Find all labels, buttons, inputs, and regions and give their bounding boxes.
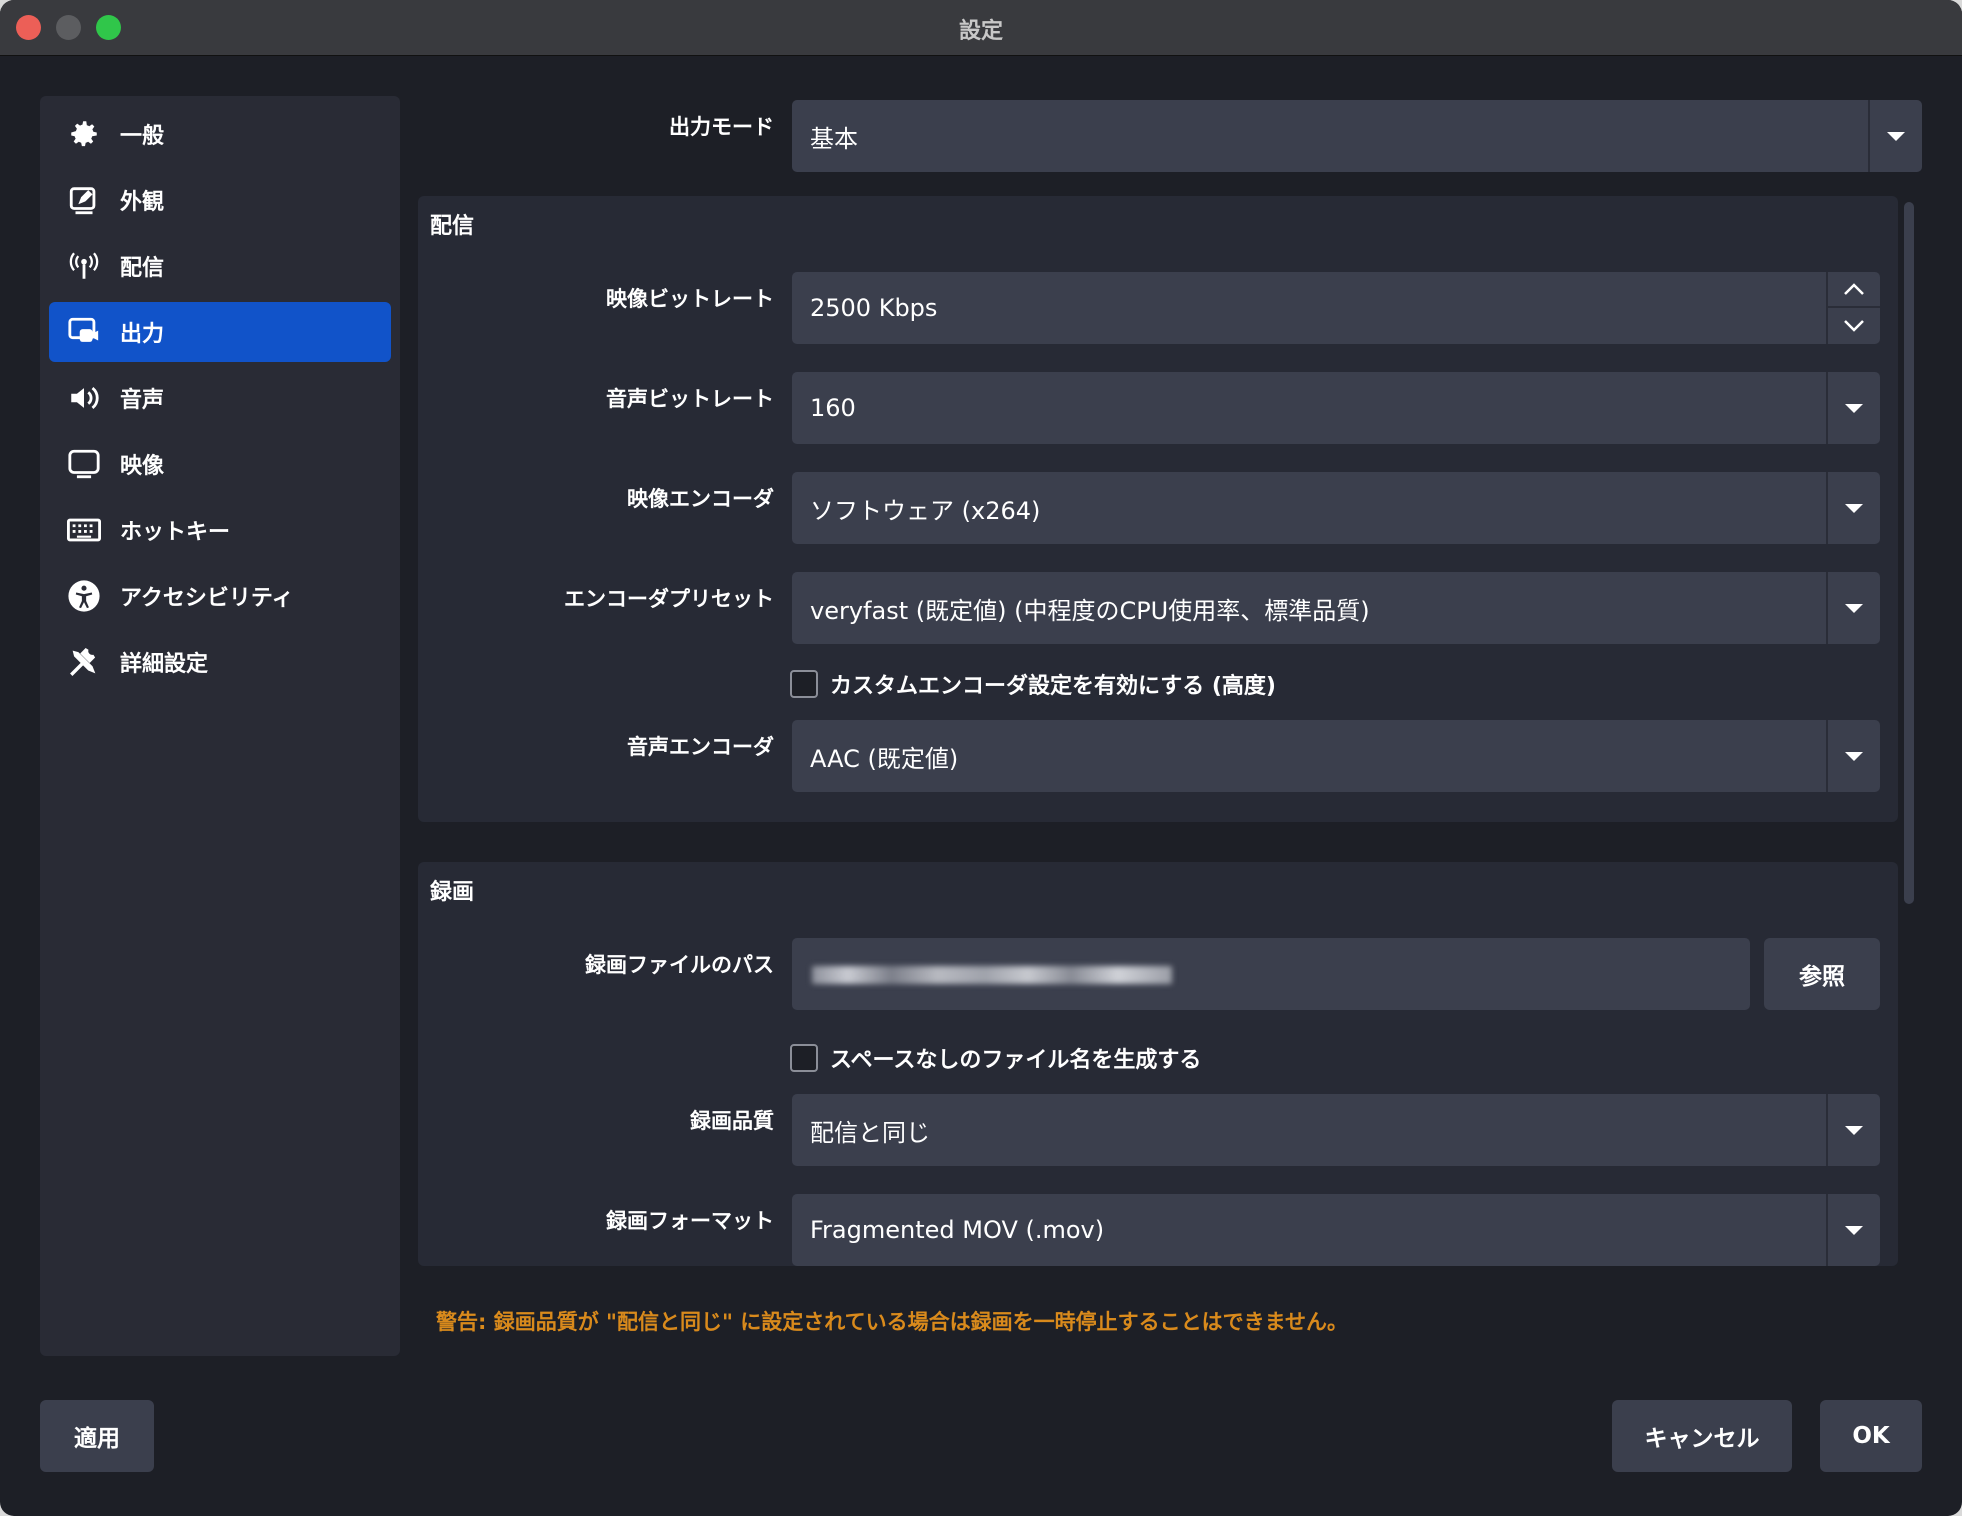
settings-scrollbar-thumb[interactable]: [1904, 202, 1914, 904]
recording-quality-dropdown-button[interactable]: [1826, 1094, 1880, 1166]
audio-bitrate-select[interactable]: 160: [792, 372, 1880, 444]
chevron-up-icon: [1844, 283, 1864, 295]
recording-format-value: Fragmented MOV (.mov): [810, 1216, 1105, 1244]
video-encoder-label: 映像エンコーダ: [627, 487, 774, 511]
monitor-icon: [66, 446, 102, 482]
sidebar-item-label: 音声: [120, 388, 165, 413]
keyboard-icon: [66, 512, 102, 548]
antenna-icon: [66, 248, 102, 284]
chevron-down-icon: [1887, 131, 1905, 141]
recording-group-title: 録画: [430, 880, 475, 905]
custom-encoder-checkbox-label[interactable]: カスタムエンコーダ設定を有効にする (高度): [830, 668, 1276, 700]
recording-path-label: 録画ファイルのパス: [585, 953, 774, 977]
chevron-down-icon: [1845, 503, 1863, 513]
window-title: 設定: [958, 19, 1003, 44]
streaming-group-title: 配信: [430, 214, 475, 239]
cancel-button[interactable]: キャンセル: [1612, 1400, 1792, 1472]
sidebar-item-label: 外観: [120, 190, 165, 215]
recording-format-dropdown-button[interactable]: [1826, 1194, 1880, 1266]
audio-encoder-label: 音声エンコーダ: [627, 735, 774, 759]
chevron-down-icon: [1845, 403, 1863, 413]
recording-format-select[interactable]: Fragmented MOV (.mov): [792, 1194, 1880, 1266]
video-bitrate-label: 映像ビットレート: [606, 287, 774, 311]
video-encoder-value: ソフトウェア (x264): [810, 496, 1041, 525]
chevron-down-icon: [1845, 603, 1863, 613]
audio-encoder-value: AAC (既定値): [810, 744, 959, 773]
encoder-preset-select[interactable]: veryfast (既定値) (中程度のCPU使用率、標準品質): [792, 572, 1880, 644]
speaker-icon: [66, 380, 102, 416]
audio-bitrate-dropdown-button[interactable]: [1826, 372, 1880, 444]
encoder-preset-value: veryfast (既定値) (中程度のCPU使用率、標準品質): [810, 596, 1370, 625]
ok-button[interactable]: OK: [1820, 1400, 1922, 1472]
sidebar-item-label: ホットキー: [120, 520, 231, 545]
sidebar-item-stream[interactable]: 配信: [49, 236, 391, 296]
output-mode-dropdown-button[interactable]: [1868, 100, 1922, 172]
video-bitrate-value: 2500 Kbps: [810, 294, 938, 322]
sidebar-item-label: アクセシビリティ: [120, 586, 294, 611]
sidebar-item-output[interactable]: 出力: [49, 302, 391, 362]
sidebar-item-appearance[interactable]: 外観: [49, 170, 391, 230]
video-encoder-dropdown-button[interactable]: [1826, 472, 1880, 544]
output-mode-select[interactable]: 基本: [792, 100, 1922, 172]
no-space-filename-checkbox[interactable]: [790, 1044, 818, 1072]
audio-encoder-dropdown-button[interactable]: [1826, 720, 1880, 792]
appearance-icon: [66, 182, 102, 218]
recording-format-label: 録画フォーマット: [606, 1209, 774, 1233]
accessibility-icon: [66, 578, 102, 614]
video-encoder-select[interactable]: ソフトウェア (x264): [792, 472, 1880, 544]
recording-path-input[interactable]: [792, 938, 1750, 1010]
settings-sidebar: 一般 外観 配信 出力 音声 映像 ホットキー アクセシビリティ 詳細設定: [40, 96, 400, 1356]
output-mode-label: 出力モード: [669, 115, 774, 139]
custom-encoder-checkbox[interactable]: [790, 670, 818, 698]
decrement-button[interactable]: [1828, 308, 1880, 344]
chevron-down-icon: [1845, 1225, 1863, 1235]
sidebar-item-audio[interactable]: 音声: [49, 368, 391, 428]
sidebar-item-advanced[interactable]: 詳細設定: [49, 632, 391, 692]
audio-bitrate-value: 160: [810, 394, 856, 422]
increment-button[interactable]: [1828, 272, 1880, 308]
recording-quality-value: 配信と同じ: [810, 1118, 930, 1147]
sidebar-item-label: 出力: [120, 322, 165, 347]
title-bar: 設定: [0, 0, 1962, 56]
audio-encoder-select[interactable]: AAC (既定値): [792, 720, 1880, 792]
redacted-path-text: [812, 966, 1172, 984]
sidebar-item-hotkeys[interactable]: ホットキー: [49, 500, 391, 560]
tools-icon: [66, 644, 102, 680]
sidebar-item-label: 一般: [120, 124, 165, 149]
video-bitrate-stepper: [1826, 272, 1880, 344]
encoder-preset-label: エンコーダプリセット: [564, 587, 774, 611]
sidebar-item-label: 配信: [120, 256, 165, 281]
sidebar-item-general[interactable]: 一般: [49, 104, 391, 164]
no-space-filename-checkbox-label[interactable]: スペースなしのファイル名を生成する: [830, 1042, 1201, 1074]
no-space-filename-checkbox-row[interactable]: スペースなしのファイル名を生成する: [790, 1042, 1201, 1074]
video-bitrate-spinbox[interactable]: 2500 Kbps: [792, 272, 1880, 344]
recording-quality-select[interactable]: 配信と同じ: [792, 1094, 1880, 1166]
settings-window: 設定 一般 外観 配信 出力 音声 映像 ホットキー アクセシビリティ 詳細設定…: [0, 0, 1962, 1516]
sidebar-item-label: 映像: [120, 454, 165, 479]
chevron-down-icon: [1844, 320, 1864, 332]
pause-warning-text: 警告: 録画品質が "配信と同じ" に設定されている場合は録画を一時停止すること…: [436, 1310, 1348, 1334]
sidebar-item-video[interactable]: 映像: [49, 434, 391, 494]
output-mode-value: 基本: [810, 124, 858, 153]
output-icon: [66, 314, 102, 350]
browse-button[interactable]: 参照: [1764, 938, 1880, 1010]
sidebar-item-label: 詳細設定: [120, 652, 209, 677]
encoder-preset-dropdown-button[interactable]: [1826, 572, 1880, 644]
audio-bitrate-label: 音声ビットレート: [606, 387, 774, 411]
recording-quality-label: 録画品質: [690, 1109, 774, 1133]
sidebar-item-accessibility[interactable]: アクセシビリティ: [49, 566, 391, 626]
gear-icon: [66, 116, 102, 152]
custom-encoder-checkbox-row[interactable]: カスタムエンコーダ設定を有効にする (高度): [790, 668, 1276, 700]
chevron-down-icon: [1845, 751, 1863, 761]
apply-button[interactable]: 適用: [40, 1400, 154, 1472]
chevron-down-icon: [1845, 1125, 1863, 1135]
